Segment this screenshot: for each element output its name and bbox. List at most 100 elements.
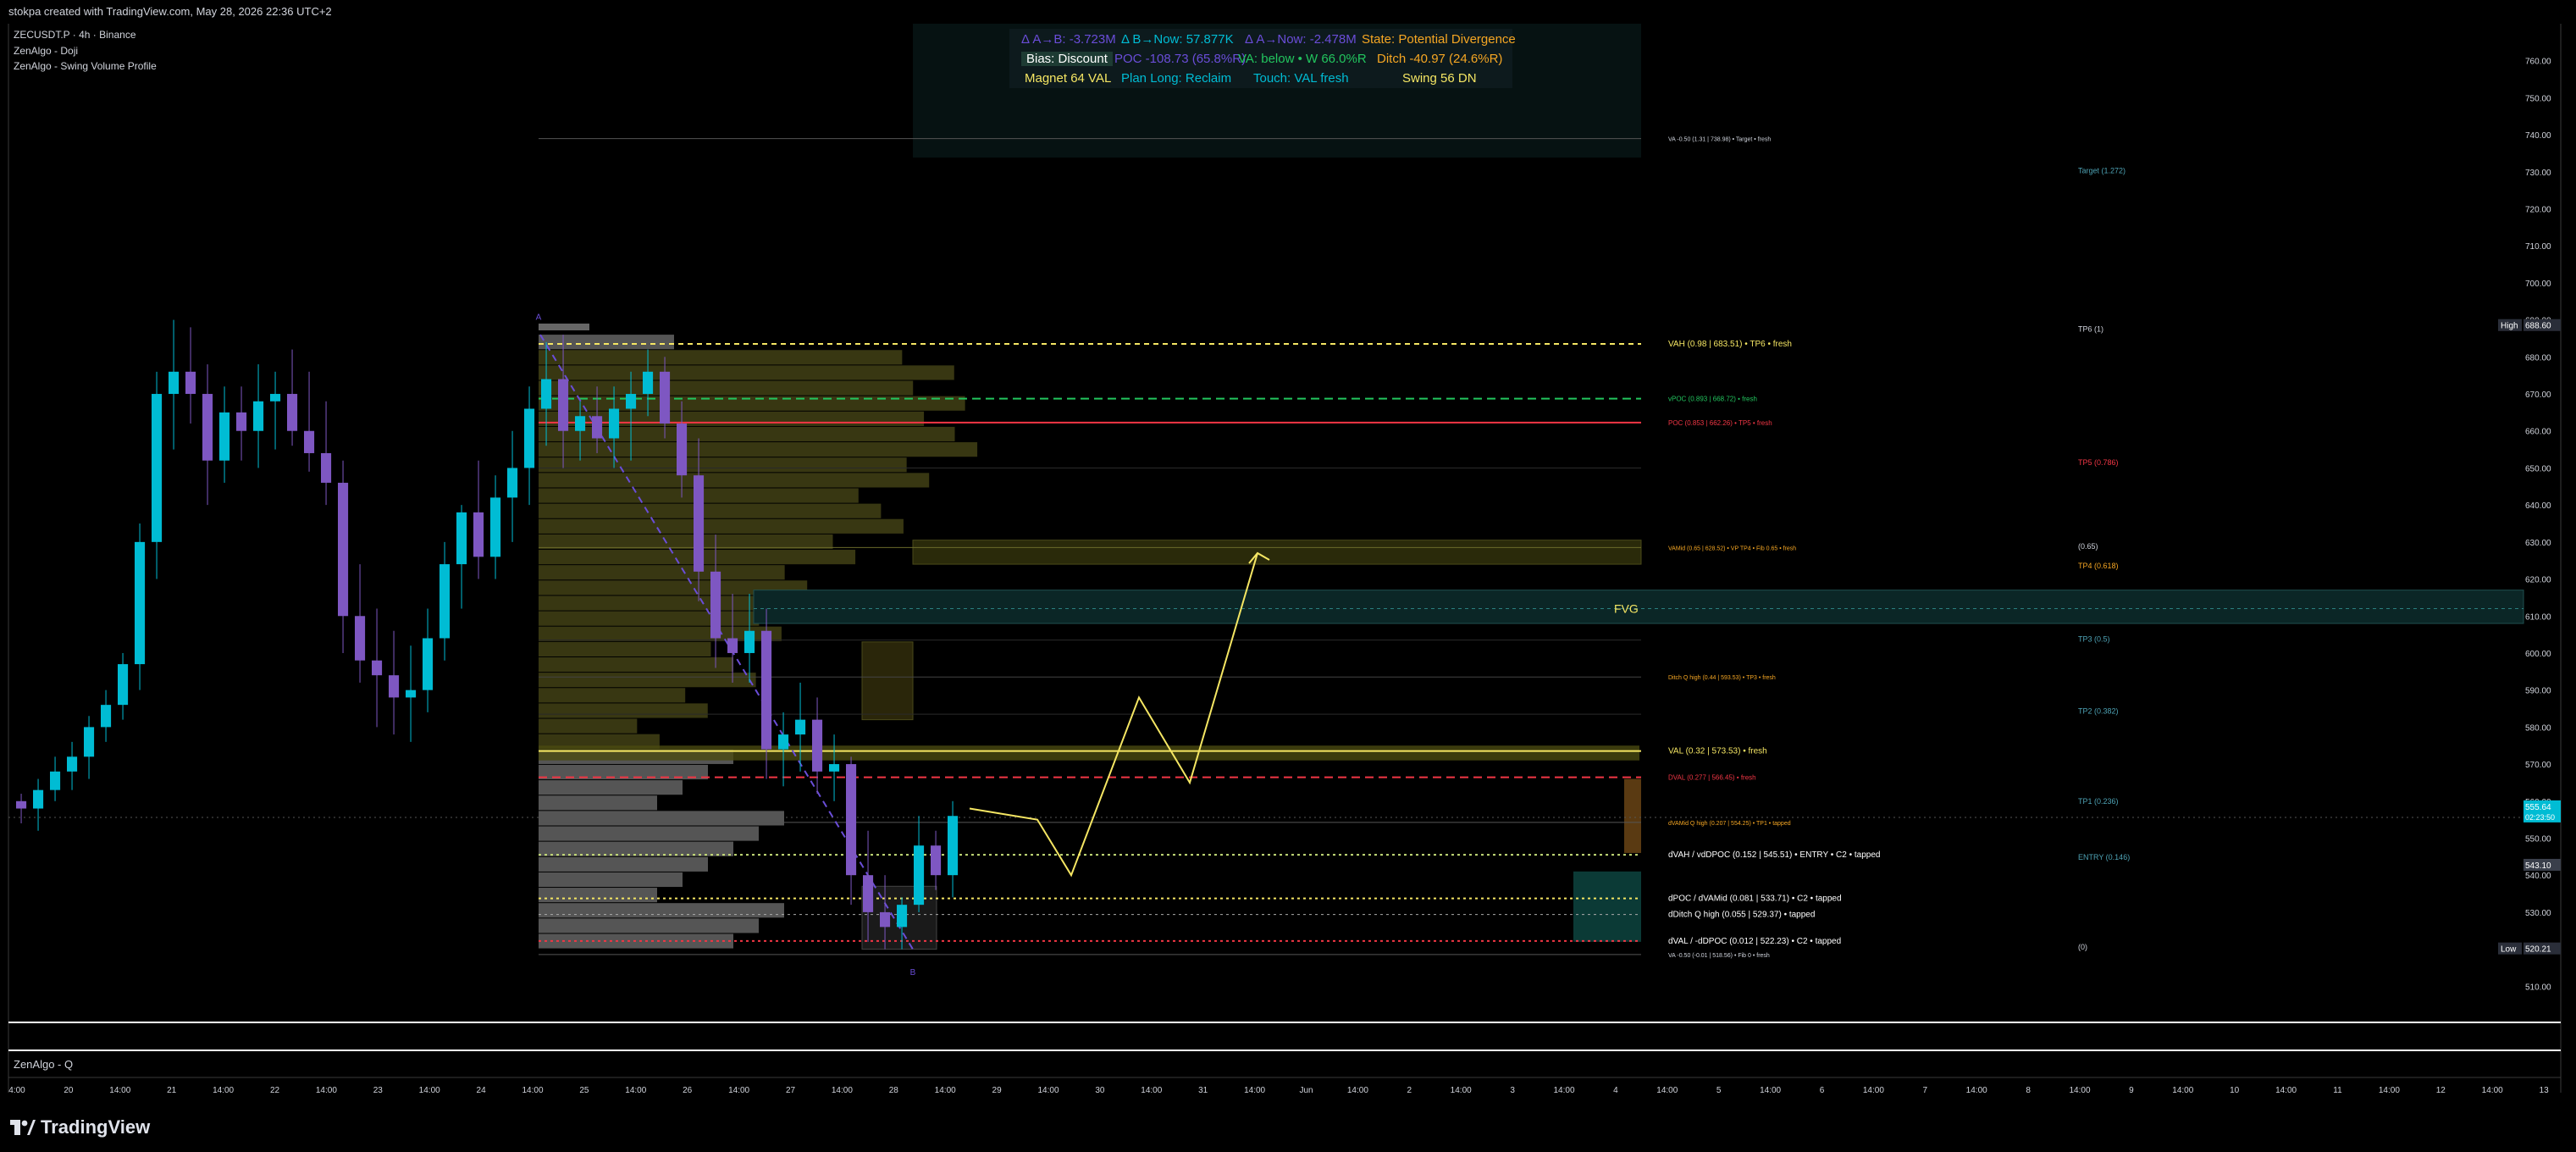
bear-candle[interactable] [677, 424, 688, 476]
bull-candle[interactable] [50, 771, 61, 790]
bear-candle[interactable] [16, 800, 27, 809]
legend-indicator-svp[interactable]: ZenAlgo - Swing Volume Profile [14, 60, 157, 72]
point-a-label: A [536, 313, 542, 323]
bear-candle[interactable] [355, 616, 366, 661]
bull-candle[interactable] [490, 497, 501, 557]
price-tick-label: 660.00 [2525, 428, 2551, 437]
bear-candle[interactable] [592, 416, 603, 439]
bull-candle[interactable] [423, 638, 434, 690]
main-pane-bg [8, 24, 2561, 1023]
level-label: dDitch Q high (0.055 | 529.37) • tapped [1668, 911, 1815, 920]
vamid-zone [912, 540, 1642, 565]
time-tick-label: 13 [2540, 1086, 2550, 1095]
bull-candle[interactable] [152, 394, 163, 542]
tradingview-logo[interactable]: TradingView [10, 1116, 150, 1138]
bull-candle[interactable] [795, 719, 806, 735]
state-cell: State: Potential Divergence [1362, 32, 1516, 47]
bear-candle[interactable] [287, 394, 298, 431]
bear-candle[interactable] [660, 371, 671, 424]
time-tick-label: 30 [1095, 1086, 1105, 1095]
time-tick-label: Jun [1299, 1086, 1313, 1095]
a-marker [539, 324, 589, 330]
bar-countdown: 02:23:50 [2525, 813, 2555, 822]
bull-candle[interactable] [524, 408, 535, 468]
bull-candle[interactable] [541, 379, 552, 409]
bias-cell: Bias: Discount [1021, 52, 1113, 66]
bear-candle[interactable] [863, 875, 874, 912]
bull-candle[interactable] [897, 905, 908, 928]
bear-candle[interactable] [236, 412, 247, 431]
bear-candle[interactable] [880, 911, 891, 928]
bear-candle[interactable] [558, 379, 569, 431]
level-label: dVAL / -dDPOC (0.012 | 522.23) • C2 • ta… [1668, 937, 1841, 946]
volume-profile-bar [539, 888, 657, 903]
time-tick-label: 14:00 [1966, 1086, 1987, 1095]
bear-candle[interactable] [372, 660, 383, 676]
bear-candle[interactable] [710, 571, 721, 639]
bull-candle[interactable] [643, 371, 654, 395]
orange-zone [1624, 778, 1641, 853]
time-tick-label: 8 [2026, 1086, 2031, 1095]
bull-candle[interactable] [169, 371, 180, 395]
bull-candle[interactable] [948, 816, 959, 876]
bull-candle[interactable] [135, 541, 146, 665]
volume-profile-bar [539, 903, 784, 918]
bear-candle[interactable] [812, 719, 823, 772]
bull-candle[interactable] [101, 705, 112, 728]
bear-candle[interactable] [846, 764, 857, 876]
bear-candle[interactable] [473, 512, 484, 557]
price-tick-label: 730.00 [2525, 169, 2551, 178]
time-tick-label: 23 [373, 1086, 384, 1095]
point-b-label: B [910, 968, 916, 978]
time-tick-label: 21 [167, 1086, 177, 1095]
time-tick-label: 22 [270, 1086, 280, 1095]
bull-candle[interactable] [829, 764, 840, 772]
time-tick-label: 28 [889, 1086, 899, 1095]
bull-candle[interactable] [270, 394, 281, 402]
price-tick-label: 740.00 [2525, 131, 2551, 141]
legend-symbol[interactable]: ZECUSDT.P · 4h · Binance [14, 29, 136, 41]
bull-candle[interactable] [914, 845, 925, 906]
bull-candle[interactable] [253, 401, 264, 431]
bear-candle[interactable] [321, 452, 332, 483]
lower-pane-label[interactable]: ZenAlgo - Q [14, 1058, 73, 1071]
tradingview-logo-icon [10, 1120, 36, 1135]
price-chart[interactable]: VA -0.50 (1.31 | 738.98) • Target • fres… [0, 0, 2576, 1108]
bull-candle[interactable] [744, 630, 755, 653]
bull-candle[interactable] [626, 394, 637, 409]
bull-candle[interactable] [439, 564, 451, 639]
bull-candle[interactable] [456, 512, 467, 565]
bear-candle[interactable] [727, 638, 738, 653]
time-tick-label: 14:00 [522, 1086, 543, 1095]
volume-profile-bar [539, 872, 683, 888]
bull-candle[interactable] [67, 756, 78, 772]
bull-candle[interactable] [33, 789, 44, 809]
bull-candle[interactable] [778, 734, 789, 750]
bull-candle[interactable] [219, 412, 230, 461]
bull-candle[interactable] [118, 664, 129, 706]
legend-indicator-doji[interactable]: ZenAlgo - Doji [14, 45, 78, 57]
bear-candle[interactable] [761, 630, 772, 750]
time-tick-label: 14:00 [2482, 1086, 2503, 1095]
bear-candle[interactable] [185, 371, 196, 395]
time-tick-label: 3 [1510, 1086, 1515, 1095]
bear-candle[interactable] [338, 482, 349, 617]
ditch-cell: Ditch -40.97 (24.6%R) [1377, 52, 1503, 66]
time-tick-label: 14:00 [832, 1086, 853, 1095]
fib-label: TP1 (0.236) [2078, 797, 2119, 806]
price-tick-label: 570.00 [2525, 761, 2551, 770]
bear-candle[interactable] [931, 845, 942, 876]
price-tick-label: 540.00 [2525, 872, 2551, 881]
bear-candle[interactable] [202, 394, 213, 461]
price-tick-label: 620.00 [2525, 576, 2551, 585]
bull-candle[interactable] [507, 468, 518, 498]
bear-candle[interactable] [389, 675, 400, 698]
bear-candle[interactable] [304, 430, 315, 453]
bull-candle[interactable] [84, 727, 95, 757]
bull-candle[interactable] [609, 408, 620, 439]
time-tick-label: 24 [477, 1086, 487, 1095]
bear-candle[interactable] [694, 475, 705, 572]
volume-profile-bar [539, 380, 914, 396]
bull-candle[interactable] [575, 416, 586, 431]
bull-candle[interactable] [406, 690, 417, 698]
